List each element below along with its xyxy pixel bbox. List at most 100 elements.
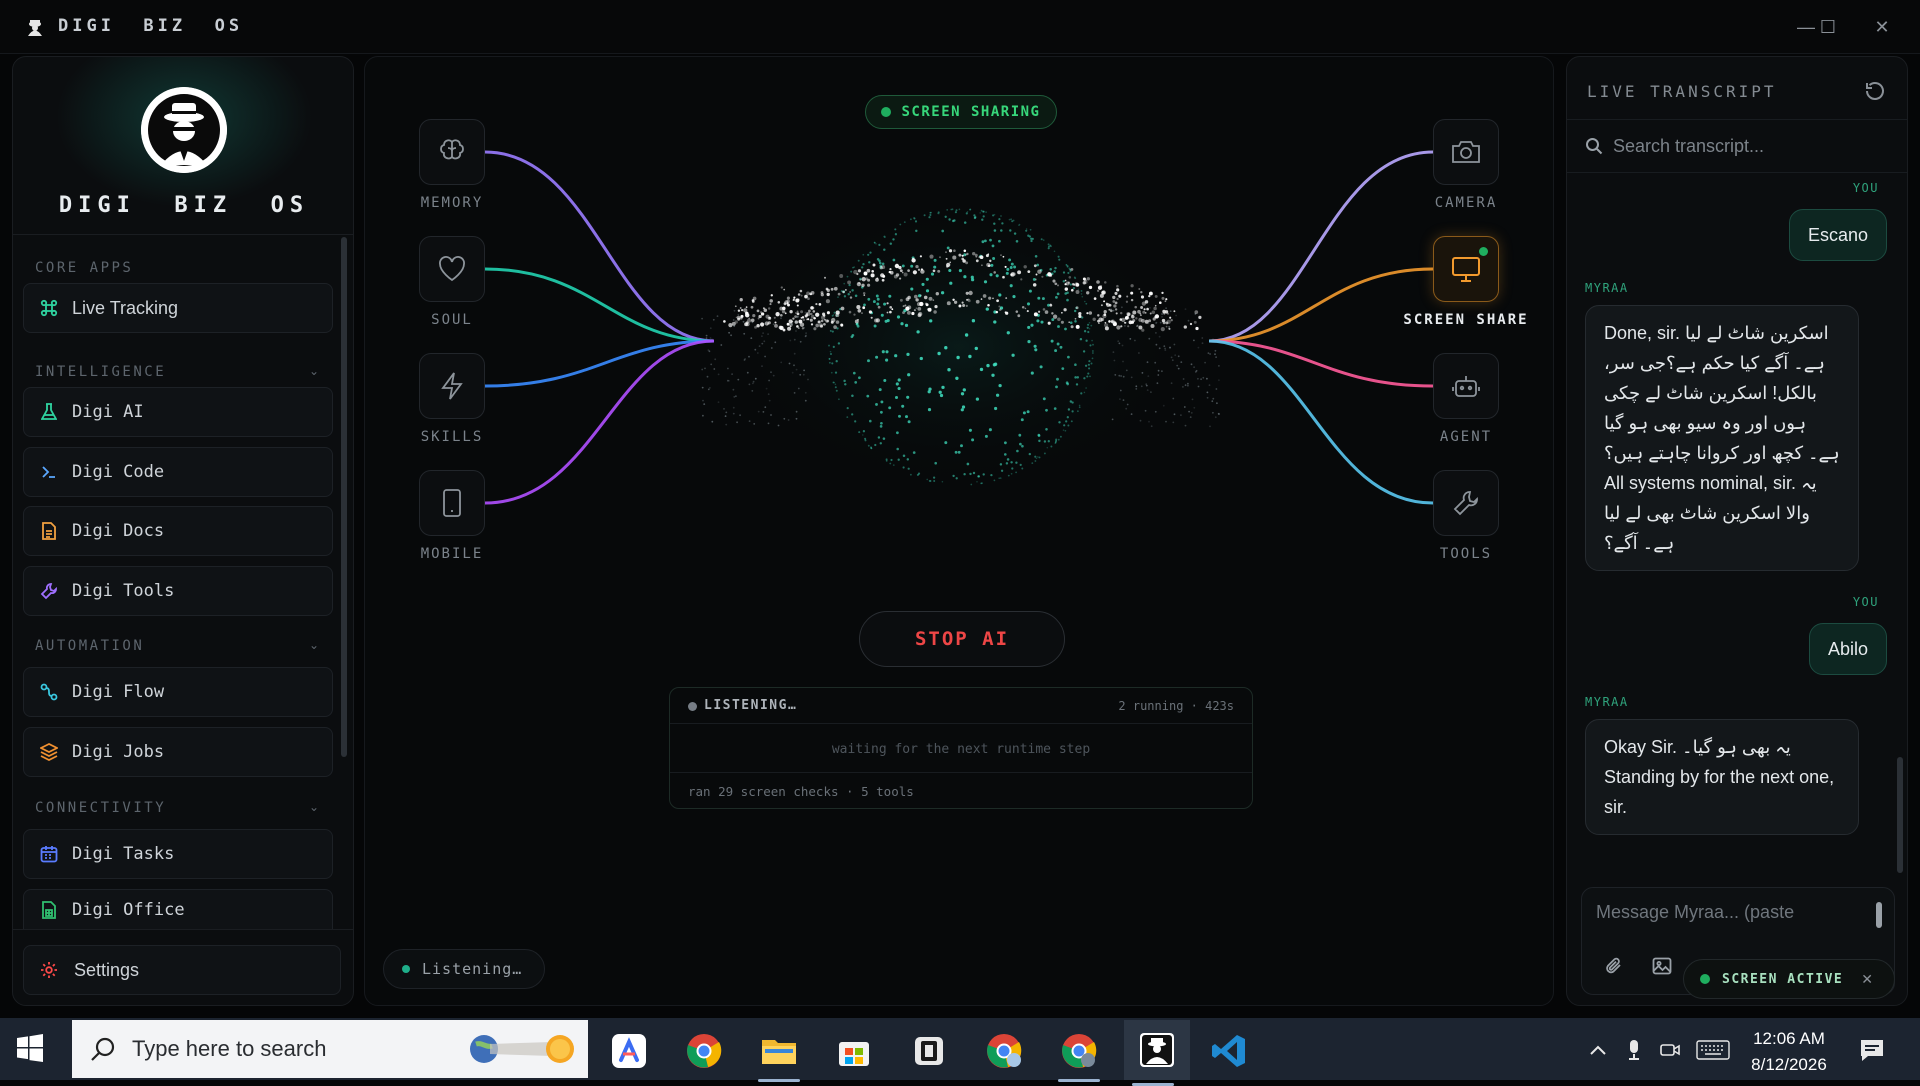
chevron-down-icon[interactable]: ⌄ bbox=[309, 800, 319, 814]
sidebar-item-label: Digi Flow bbox=[72, 682, 165, 702]
particle bbox=[1006, 458, 1010, 461]
sidebar-item-live-tracking[interactable]: Live Tracking bbox=[23, 283, 333, 333]
particle bbox=[1027, 270, 1031, 274]
particle bbox=[963, 275, 967, 279]
particle bbox=[1032, 283, 1037, 287]
transcript-scrollbar[interactable] bbox=[1897, 757, 1903, 873]
chevron-down-icon[interactable]: ⌄ bbox=[309, 364, 319, 378]
particle bbox=[867, 253, 870, 256]
sidebar-item-digi-jobs[interactable]: Digi Jobs bbox=[23, 727, 333, 777]
particle bbox=[972, 252, 976, 256]
microphone-icon[interactable] bbox=[1620, 1036, 1648, 1064]
particle bbox=[1055, 438, 1058, 441]
particle bbox=[789, 339, 792, 342]
particle bbox=[973, 216, 977, 220]
keyboard-icon[interactable] bbox=[1694, 1036, 1732, 1064]
input-scrollbar[interactable] bbox=[1876, 902, 1882, 928]
taskbar-app-chrome[interactable] bbox=[675, 1026, 733, 1076]
particle bbox=[1117, 340, 1120, 343]
taskbar-search[interactable]: Type here to search bbox=[72, 1020, 588, 1078]
taskbar-app-chrome-2[interactable] bbox=[1050, 1026, 1108, 1082]
node-mobile[interactable] bbox=[419, 470, 485, 536]
node-screen-share[interactable] bbox=[1433, 236, 1499, 302]
particle bbox=[1130, 376, 1133, 379]
particle bbox=[876, 297, 880, 301]
particle bbox=[867, 283, 871, 287]
node-memory[interactable] bbox=[419, 119, 485, 185]
sidebar-scrollbar[interactable] bbox=[341, 237, 347, 757]
close-button[interactable]: ✕ bbox=[1862, 10, 1902, 44]
particle bbox=[1010, 218, 1012, 221]
windows-start-icon[interactable] bbox=[16, 1034, 44, 1062]
camera-tray-icon[interactable] bbox=[1656, 1036, 1684, 1064]
sidebar-item-digi-tasks[interactable]: Digi Tasks bbox=[23, 829, 333, 879]
particle bbox=[712, 318, 715, 321]
attach-button[interactable] bbox=[1596, 950, 1632, 982]
transcript-search bbox=[1567, 119, 1907, 173]
particle bbox=[1110, 309, 1112, 312]
particle bbox=[1010, 262, 1014, 266]
particle bbox=[1184, 308, 1187, 310]
taskbar-app-vscode[interactable] bbox=[1200, 1026, 1258, 1076]
particle bbox=[709, 387, 711, 389]
sidebar-item-digi-code[interactable]: Digi Code bbox=[23, 447, 333, 497]
particle bbox=[732, 406, 735, 409]
taskbar-app-store[interactable] bbox=[825, 1026, 883, 1076]
system-clock[interactable]: 12:06 AM 8/12/2026 bbox=[1730, 1026, 1848, 1078]
taskbar-app-tool[interactable] bbox=[900, 1026, 958, 1076]
particle bbox=[787, 419, 790, 421]
close-icon[interactable]: ✕ bbox=[1861, 971, 1873, 988]
particle bbox=[1182, 378, 1185, 380]
particle bbox=[998, 239, 1001, 243]
particle bbox=[940, 291, 945, 295]
taskbar-app-chrome-profile[interactable] bbox=[975, 1026, 1033, 1076]
particle bbox=[876, 277, 879, 280]
particle bbox=[913, 309, 916, 312]
particle bbox=[984, 239, 987, 243]
transcript-search-input[interactable] bbox=[1613, 135, 1883, 157]
image-button[interactable] bbox=[1644, 950, 1680, 982]
particle bbox=[981, 218, 984, 221]
particle bbox=[1067, 271, 1070, 275]
particle bbox=[1126, 295, 1129, 298]
particle bbox=[1015, 240, 1019, 243]
particle bbox=[794, 315, 797, 318]
particle bbox=[743, 332, 746, 335]
maximize-button[interactable]: ☐ bbox=[1808, 10, 1848, 44]
message-input[interactable] bbox=[1596, 902, 1866, 932]
chevron-down-icon[interactable]: ⌄ bbox=[309, 638, 319, 652]
sidebar-item-digi-tools[interactable]: Digi Tools bbox=[23, 566, 333, 616]
particle bbox=[1025, 229, 1028, 232]
taskbar-app-arc[interactable] bbox=[600, 1026, 658, 1076]
particle bbox=[750, 337, 753, 339]
particle bbox=[1146, 389, 1149, 391]
particle bbox=[1130, 413, 1133, 415]
particle bbox=[1083, 330, 1087, 333]
orbit-visualization bbox=[484, 150, 1434, 505]
settings-button[interactable]: Settings bbox=[23, 945, 341, 995]
node-tools[interactable] bbox=[1433, 470, 1499, 536]
node-camera[interactable] bbox=[1433, 119, 1499, 185]
particle bbox=[805, 334, 807, 337]
particle bbox=[1166, 319, 1171, 324]
node-agent[interactable] bbox=[1433, 353, 1499, 419]
particle bbox=[990, 473, 993, 477]
close-icon: ✕ bbox=[1874, 16, 1890, 37]
sidebar-item-digi-docs[interactable]: Digi Docs bbox=[23, 506, 333, 556]
stop-ai-button[interactable]: STOP AI bbox=[859, 611, 1065, 667]
taskbar-app-file-explorer[interactable] bbox=[750, 1026, 808, 1082]
particle bbox=[905, 297, 910, 302]
notification-icon[interactable] bbox=[1854, 1036, 1890, 1064]
sidebar-item-digi-office[interactable]: Digi Office bbox=[23, 889, 333, 929]
tray-overflow-icon[interactable] bbox=[1584, 1036, 1612, 1064]
particle bbox=[1027, 340, 1031, 344]
particle bbox=[1193, 339, 1195, 342]
node-skills[interactable] bbox=[419, 353, 485, 419]
sidebar-item-digi-ai[interactable]: Digi AI bbox=[23, 387, 333, 437]
particle bbox=[793, 392, 796, 394]
particle bbox=[790, 323, 793, 326]
taskbar-app-digi-biz-os[interactable] bbox=[1124, 1020, 1190, 1086]
node-soul[interactable] bbox=[419, 236, 485, 302]
sidebar-item-digi-flow[interactable]: Digi Flow bbox=[23, 667, 333, 717]
refresh-icon[interactable] bbox=[1863, 79, 1887, 103]
